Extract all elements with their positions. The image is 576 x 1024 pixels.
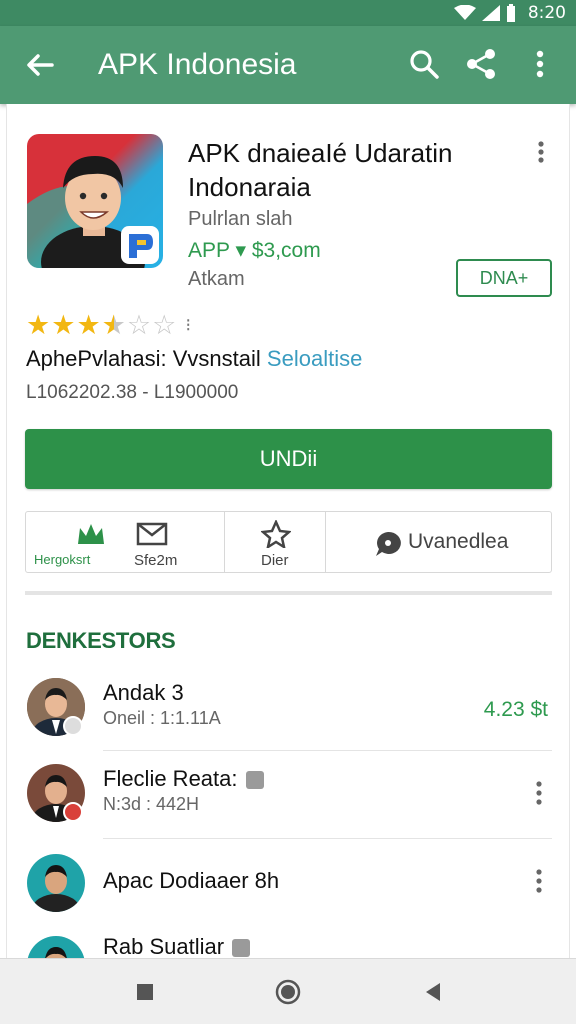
list-item-subtitle: N:3d : 442H: [103, 794, 200, 814]
star-icon: ★: [76, 310, 101, 341]
section-title: DENKESTORS: [26, 628, 176, 653]
app-price: APP ▾ $3,com: [188, 239, 321, 262]
app-stats: L1062202.38 - L1900000: [26, 382, 239, 403]
star-icon: [261, 520, 291, 548]
list-item-title: Andak 3: [103, 680, 184, 705]
star-icon: ★: [26, 310, 51, 341]
app-bar-title: APK Indonesia: [98, 48, 297, 81]
list-item-overflow-icon[interactable]: [530, 780, 548, 806]
action-review[interactable]: Uvanedlea: [326, 512, 551, 572]
avatar-artwork: [27, 854, 85, 912]
app-name: APK dnaieaIé Udaratin Indonaraia: [188, 138, 453, 202]
status-bar: 8:20: [0, 0, 576, 26]
action-rank-label: Hergoksrt: [34, 552, 91, 567]
avatar: [27, 936, 85, 958]
search-icon[interactable]: [406, 46, 442, 82]
avatar: [27, 854, 85, 912]
list-item-title: Rab Suatliar: [103, 934, 251, 958]
action-rank[interactable]: Hergoksrt Sfe2m: [26, 512, 225, 572]
rating-marker: ⁝: [185, 315, 192, 335]
tag-icon: [245, 771, 264, 790]
back-icon[interactable]: [418, 977, 448, 1007]
action-row: Hergoksrt Sfe2m Dier Uvanedlea: [25, 511, 552, 573]
recents-icon[interactable]: [130, 977, 160, 1007]
verified-badge-icon: [63, 716, 83, 736]
app-icon: [27, 134, 163, 268]
app-overflow-icon[interactable]: [532, 140, 550, 164]
list-item-title-text: Fleclie Reata:: [103, 766, 238, 791]
rating-stars: ★ ★ ★ ★ ☆ ☆ ⁝: [26, 312, 191, 339]
app-info-line: AphePvlahasi: Vvsnstail Seloaltise: [26, 346, 362, 372]
list-item-title-text: Rab Suatliar: [103, 934, 225, 958]
wifi-icon: [453, 5, 476, 20]
status-time: 8:20: [527, 3, 566, 23]
action-star-label: Dier: [261, 552, 289, 569]
alert-badge-icon: [63, 802, 83, 822]
list-item[interactable]: Andak 3 Oneil : 1:1.11A 4.23 $t: [0, 674, 576, 754]
action-mail-label: Sfe2m: [134, 552, 178, 569]
system-nav-bar: [0, 958, 576, 1024]
battery-icon: [506, 4, 515, 22]
list-separator: [103, 838, 552, 839]
list-separator: [103, 750, 552, 751]
wishlist-button[interactable]: DNA+: [456, 259, 552, 297]
list-item-subtitle: Oneil : 1:1.11A: [103, 708, 221, 728]
action-star[interactable]: Dier: [225, 512, 326, 572]
list-item-overflow-icon[interactable]: [530, 868, 548, 894]
list-item-title: Fleclie Reata:: [103, 766, 264, 792]
list-item[interactable]: Rab Suatliar: [0, 930, 576, 958]
share-icon[interactable]: [463, 46, 499, 82]
envelope-icon: [136, 522, 168, 546]
info-prefix: AphePvlahasi: Vvsnstail: [26, 346, 261, 371]
status-icons: 8:20: [453, 3, 566, 23]
comment-icon: [376, 531, 401, 556]
app-icon-artwork: [27, 156, 159, 268]
app-publisher[interactable]: Pulrlan slah: [188, 208, 293, 231]
section-divider: [25, 591, 552, 595]
back-arrow-icon[interactable]: [22, 47, 58, 83]
star-half-icon: ★: [101, 310, 126, 341]
list-item-price: 4.23 $t: [483, 698, 548, 721]
star-empty-icon: ☆: [152, 310, 177, 341]
star-empty-icon: ☆: [126, 310, 152, 341]
tag-icon: [232, 939, 251, 958]
screen: 8:20 APK Indonesia APK dnaieaIé Udaratin…: [0, 0, 576, 1024]
install-button[interactable]: UNDii: [25, 429, 552, 489]
info-accent-link[interactable]: Seloaltise: [267, 346, 362, 371]
signal-icon: [481, 5, 500, 21]
crown-icon: [78, 524, 104, 544]
star-icon: ★: [51, 310, 76, 341]
home-icon[interactable]: [273, 977, 303, 1007]
list-item-title: Apac Dodiaaer 8h: [103, 868, 280, 893]
overflow-menu-icon[interactable]: [528, 46, 552, 82]
avatar-artwork: [27, 936, 85, 958]
action-review-label: Uvanedlea: [408, 530, 509, 553]
list-item[interactable]: Fleclie Reata: N:3d : 442H: [0, 760, 576, 840]
app-bar: APK Indonesia: [0, 26, 576, 104]
list-item[interactable]: Apac Dodiaaer 8h: [0, 852, 576, 932]
app-category: Atkam: [188, 268, 245, 290]
